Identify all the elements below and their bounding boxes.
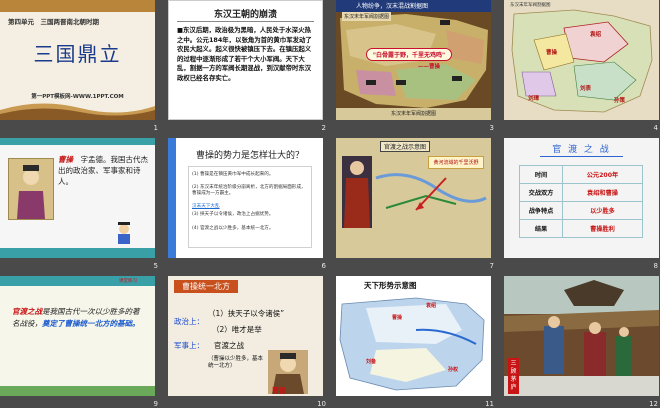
- footer-band: [0, 386, 155, 396]
- accent-bar: [168, 138, 176, 258]
- slide-number: 10: [317, 400, 326, 408]
- slide-number: 7: [489, 262, 494, 270]
- label-liubei: 刘备: [366, 359, 377, 365]
- map-note: 黄河流域的千里沃野: [428, 156, 484, 169]
- quote-banner: "白骨露于野，千里无鸡鸣": [366, 48, 452, 61]
- slide-thumbnail-2[interactable]: 东汉王朝的崩溃 ■东汉后期，政治极为黑暗，人民处于水深火热之中。公元184年，以…: [168, 0, 323, 120]
- header-band: [0, 138, 155, 145]
- military-label: 军事上：: [174, 341, 204, 350]
- battle-name: 官渡之战: [12, 307, 42, 316]
- military-point: 官渡之战: [214, 341, 244, 350]
- slide-number: 11: [485, 400, 494, 408]
- slide-title: 官 渡 之 战: [552, 145, 611, 155]
- label-sunce: 孙策: [614, 98, 626, 104]
- slide-number: 2: [321, 124, 326, 132]
- conclusion: 奠定了曹操统一北方的基础。: [42, 319, 140, 328]
- table-key: 时间: [519, 165, 563, 184]
- slide-thumbnail-8[interactable]: 官 渡 之 战 时间 公元200年 交战双方 袁绍和曹操 战争特点 以少胜多 结果 曹操…: [504, 138, 659, 258]
- label-caocao: 曹操: [392, 315, 403, 321]
- slide-title: 曹操的势力是怎样壮大的？: [196, 151, 305, 161]
- label-yuanshao: 袁绍: [426, 303, 437, 309]
- slide-thumbnail-5[interactable]: 曹操 字孟德。我国古代杰出的政治家、军事家和诗人。: [0, 138, 155, 258]
- section-tag: 课堂练习: [119, 279, 137, 284]
- table-value: 曹操胜利: [562, 219, 643, 238]
- portrait-caption: 曹操: [272, 387, 286, 395]
- label-yuanshao: 袁绍: [590, 32, 602, 38]
- slide-title: 东汉王朝的崩溃: [213, 10, 277, 20]
- slide-number: 8: [653, 262, 658, 270]
- slide-thumbnail-9[interactable]: 课堂练习 官渡之战是我国古代一次以少胜多的著名战役，奠定了曹操统一北方的基础。: [0, 276, 155, 396]
- military-note: （曹操以少胜多，基本统一北方）: [208, 356, 264, 369]
- map-title: 东汉末年军阀割据图: [510, 3, 551, 8]
- slide-thumbnail-1[interactable]: 第四单元 三国两晋南北朝时期 三国鼎立 第一PPT模板网-WWW.1PPT.CO…: [0, 0, 155, 120]
- map-caption: 东汉末年军阀割据图: [390, 111, 436, 117]
- slide-thumbnail-7[interactable]: 官渡之战示意图 黄河流域的千里沃野: [336, 138, 491, 258]
- table-row: 交战双方 袁绍和曹操: [519, 183, 643, 202]
- scholar-clipart-icon: [118, 222, 130, 244]
- person-name: 曹操: [58, 155, 73, 164]
- situation-map: [336, 290, 491, 396]
- header-text: 人物纷争，汉末混战割据图: [356, 3, 429, 10]
- politics-point-1: （1）挟天子以令诸侯”: [208, 309, 285, 318]
- table-value: 公元200年: [562, 165, 643, 184]
- table-key: 战争特点: [519, 201, 563, 220]
- slide-thumbnail-12[interactable]: 三顾茅庐: [504, 276, 659, 396]
- table-row: 结果 曹操胜利: [519, 219, 643, 238]
- politics-point-2: （2）唯才是举: [212, 325, 262, 334]
- list-item: (3) 挟天子以令诸侯，政治上占据优势。: [192, 212, 274, 217]
- list-item: 汉末天下大乱: [192, 204, 308, 210]
- battle-facts-table: 时间 公元200年 交战双方 袁绍和曹操 战争特点 以少胜多 结果 曹操胜利: [519, 165, 643, 238]
- slide-body-text: ■东汉后期，政治极为黑暗，人民处于水深火热之中。公元184年，以张角为首的黄巾军…: [177, 26, 312, 82]
- slide-sorter-grid: 第四单元 三国两晋南北朝时期 三国鼎立 第一PPT模板网-WWW.1PPT.CO…: [0, 0, 660, 408]
- table-key: 结果: [519, 219, 563, 238]
- label-sunquan: 孙权: [448, 367, 459, 373]
- slide-number: 12: [649, 400, 658, 408]
- body-text: 东汉后期，政治极为黑暗，人民处于水深火热之中。公元184年，以张角为首的黄巾军发…: [177, 26, 312, 82]
- slide-thumbnail-11[interactable]: 天下形势示意图 曹操 孙权 刘备 袁绍: [336, 276, 491, 396]
- quote-attribution: ——曹操: [418, 64, 441, 70]
- list-item: (1) 曹操是在镇压黄巾军中成长起来的。: [192, 172, 274, 177]
- table-key: 交战双方: [519, 183, 563, 202]
- table-row: 战争特点 以少胜多: [519, 201, 643, 220]
- vertical-title: 三顾茅庐: [508, 358, 519, 394]
- politics-label: 政治上：: [174, 317, 204, 326]
- slide-thumbnail-6[interactable]: 曹操的势力是怎样壮大的？ (1) 曹操是在镇压黄巾军中成长起来的。 (2) 东汉…: [168, 138, 323, 258]
- label-liuzhang: 刘璋: [528, 96, 540, 102]
- summary-text: 官渡之战是我国古代一次以少胜多的著名战役，奠定了曹操统一北方的基础。: [12, 306, 144, 330]
- slide-number: 6: [321, 262, 326, 270]
- highlight-text: 汉末天下大乱: [192, 204, 220, 209]
- slide-number: 4: [653, 124, 658, 132]
- intro-text: 曹操 字孟德。我国古代杰出的政治家、军事家和诗人。: [58, 154, 150, 187]
- list-item: (4) 官渡之战以少胜多，基本统一北方。: [192, 226, 274, 231]
- divider: [177, 21, 314, 22]
- unit-label: 第四单元 三国两晋南北朝时期: [8, 18, 99, 26]
- slide-number: 5: [153, 262, 158, 270]
- painting-image: [504, 276, 659, 396]
- slide-title: 曹操统一北方: [174, 280, 238, 293]
- slide-thumbnail-3[interactable]: 人物纷争，汉末混战割据图 东汉末年军阀割据图 "白骨露于野，千里无鸡鸣" ——曹…: [336, 0, 491, 120]
- slide-number: 9: [153, 400, 158, 408]
- map-title: 东汉末年军阀割据图: [342, 12, 392, 21]
- territory-map-image: [504, 0, 659, 120]
- slide-title: 三国鼎立: [33, 42, 122, 66]
- title-underline: [540, 156, 623, 157]
- map-title: 官渡之战示意图: [380, 141, 431, 152]
- slide-number: 3: [489, 124, 494, 132]
- portrait-figure: [17, 165, 45, 219]
- header-band: [0, 0, 155, 12]
- slide-number: 1: [153, 124, 158, 132]
- list-item: (2) 东汉末年统治阶级分崩离析，北方的割据局面形成，曹操成为一方霸主。: [192, 185, 306, 197]
- footer-band: [0, 248, 155, 258]
- table-row: 时间 公元200年: [519, 165, 643, 184]
- caocao-portrait: [8, 158, 54, 220]
- table-value: 以少胜多: [562, 201, 643, 220]
- slide-thumbnail-10[interactable]: 曹操统一北方 政治上： （1）挟天子以令诸侯” （2）唯才是举 军事上： 官渡之…: [168, 276, 323, 396]
- decorative-wave: [0, 103, 155, 120]
- label-liubiao: 刘表: [580, 86, 592, 92]
- table-value: 袁绍和曹操: [562, 183, 643, 202]
- label-caocao: 曹操: [546, 50, 558, 56]
- slide-thumbnail-4[interactable]: 东汉末年军阀割据图 袁绍 曹操 刘表 孙策 刘璋: [504, 0, 659, 120]
